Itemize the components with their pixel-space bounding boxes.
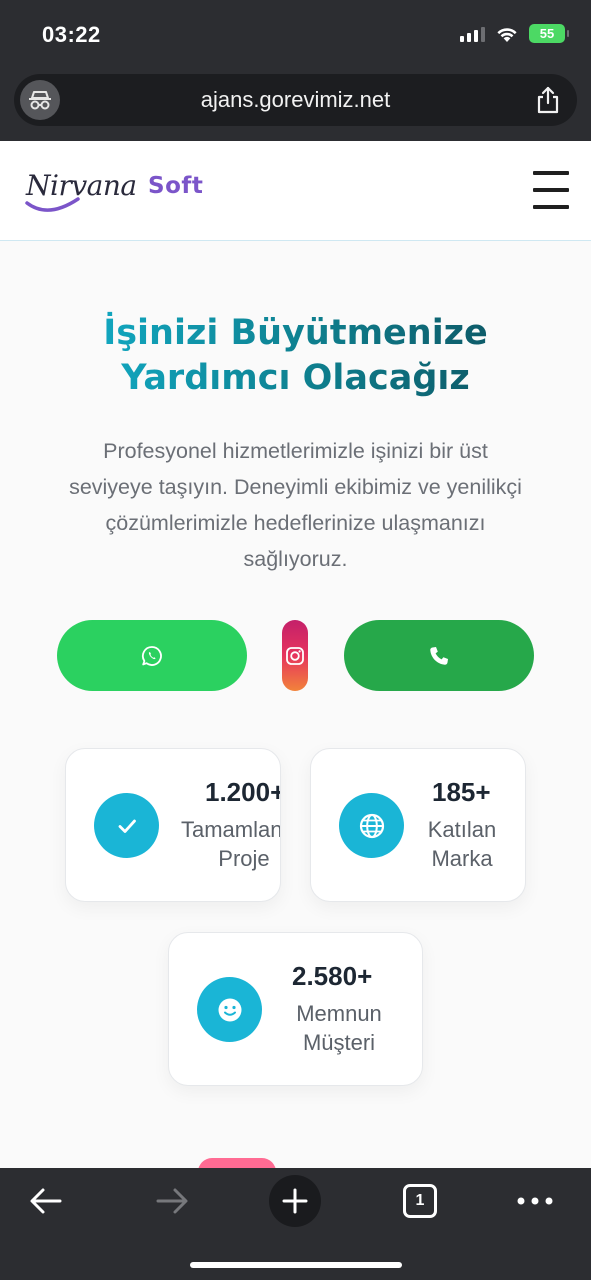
stat-label-line-1: Memnun — [296, 1001, 382, 1026]
more-dots-icon — [517, 1197, 553, 1205]
stat-label: Katılan Marka — [426, 815, 498, 873]
hero-title-line-2: Yardımcı Olacağız — [30, 356, 561, 401]
next-section-badge — [198, 1158, 276, 1168]
forward-arrow-icon — [156, 1188, 188, 1214]
plus-icon — [282, 1188, 308, 1214]
phone-icon — [430, 646, 448, 665]
cellular-signal-icon — [460, 26, 485, 42]
stat-value: 185+ — [432, 777, 491, 807]
stat-label: Memnun Müşteri — [291, 999, 387, 1057]
whatsapp-button[interactable] — [57, 620, 247, 691]
globe-icon — [339, 793, 404, 858]
new-tab-button[interactable] — [269, 1175, 321, 1227]
forward-button[interactable] — [150, 1176, 194, 1226]
check-icon — [94, 793, 159, 858]
status-time: 03:22 — [42, 22, 101, 47]
hero-description: Profesyonel hizmetlerimizle işinizi bir … — [69, 439, 522, 571]
site-logo[interactable]: Nirvana Soft — [24, 159, 214, 223]
stat-label-line-1: Katılan — [427, 817, 497, 842]
logo-text-soft: Soft — [148, 173, 204, 199]
status-indicators: 55 — [460, 24, 569, 43]
hero-title: İşinizi Büyütmenize Yardımcı Olacağız — [30, 311, 561, 401]
stat-card-customers: 2.580+ Memnun Müşteri — [168, 932, 423, 1086]
stat-card-projects: 1.200+ Tamamlanan Proje — [65, 748, 281, 902]
hero-title-line-1: İşinizi Büyütmenize — [30, 311, 561, 356]
back-button[interactable] — [24, 1176, 68, 1226]
web-page: Nirvana Soft İşinizi Büyütmenize Yardımc… — [0, 141, 591, 1168]
stat-card-brands: 185+ Katılan Marka — [310, 748, 526, 902]
wifi-icon — [497, 27, 517, 42]
more-menu-button[interactable] — [516, 1176, 554, 1226]
stat-label: Tamamlanan Proje — [181, 815, 280, 873]
stat-label-line-2: Proje — [218, 846, 270, 871]
share-icon[interactable] — [535, 86, 561, 114]
cta-buttons — [0, 620, 591, 692]
url-text[interactable]: ajans.gorevimiz.net — [14, 87, 577, 113]
back-arrow-icon — [30, 1188, 62, 1214]
home-indicator[interactable] — [190, 1262, 402, 1268]
instagram-button[interactable] — [282, 620, 308, 691]
whatsapp-icon — [141, 645, 162, 666]
site-header: Nirvana Soft — [0, 141, 591, 241]
stat-value: 2.580+ — [292, 961, 373, 991]
instagram-icon — [286, 646, 304, 665]
logo-swoosh-icon — [25, 197, 80, 212]
stat-label-line-2: Marka — [431, 846, 493, 871]
battery-icon: 55 — [529, 24, 569, 43]
browser-toolbar: 1 — [0, 1168, 591, 1280]
url-bar[interactable]: ajans.gorevimiz.net — [14, 74, 577, 126]
smile-icon — [197, 977, 262, 1042]
browser-top-chrome: 03:22 55 ajans.gorevimiz.net — [0, 0, 591, 141]
phone-button[interactable] — [344, 620, 534, 691]
battery-level: 55 — [539, 26, 555, 41]
hamburger-menu-icon[interactable] — [533, 169, 569, 211]
tabs-button[interactable]: 1 — [403, 1184, 437, 1218]
stat-label-line-1: Tamamlanan — [181, 817, 280, 842]
stat-label-line-2: Müşteri — [302, 1030, 376, 1055]
stat-value: 1.200+ — [205, 777, 281, 807]
